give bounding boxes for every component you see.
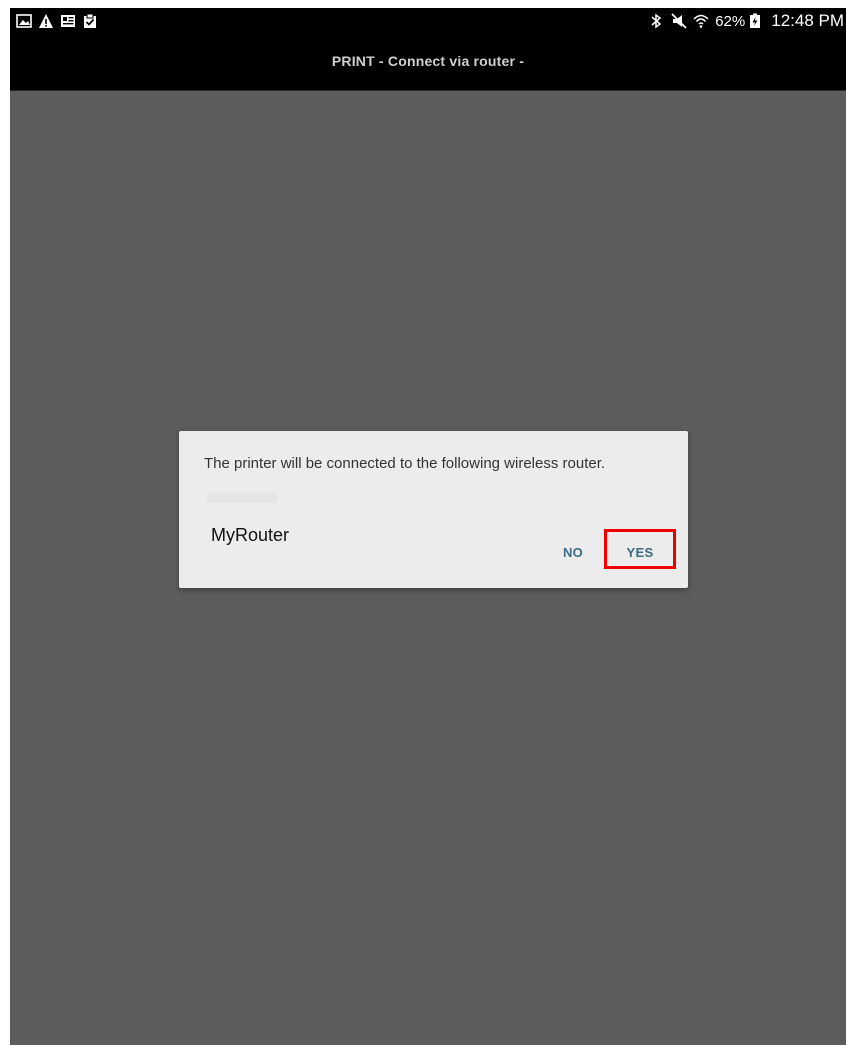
mute-icon (671, 13, 687, 29)
router-confirm-dialog: The printer will be connected to the fol… (179, 431, 688, 588)
system-status: 62% 12:48 PM (649, 11, 844, 31)
clipboard-check-icon (82, 13, 98, 29)
battery-percent: 62% (715, 12, 746, 30)
app-title-bar: PRINT - Connect via router - (10, 34, 846, 91)
gallery-icon (16, 13, 32, 29)
news-icon (60, 13, 76, 29)
notification-icons (16, 12, 98, 30)
status-bar: 62% 12:48 PM (10, 8, 846, 34)
battery-icon (749, 13, 763, 29)
bluetooth-icon (649, 13, 663, 29)
dialog-message: The printer will be connected to the fol… (204, 455, 606, 472)
page-title: PRINT - Connect via router - (331, 53, 525, 69)
device-screen: 62% 12:48 PM PRINT - Connect via router … (10, 8, 846, 1045)
yes-button[interactable]: YES (604, 529, 676, 569)
dialog-faint-label (207, 493, 277, 503)
wifi-icon (693, 13, 709, 29)
no-button[interactable]: NO (553, 543, 593, 561)
router-name: MyRouter (211, 525, 290, 545)
clock: 12:48 PM (771, 11, 844, 30)
warning-icon (38, 13, 54, 29)
